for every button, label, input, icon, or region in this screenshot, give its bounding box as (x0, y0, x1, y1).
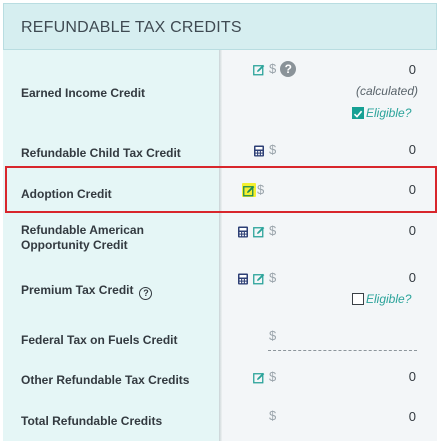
premium-tax-credit-label: Premium Tax Credit (21, 283, 134, 297)
fuels-credit-actions: $ (269, 328, 276, 344)
currency-symbol: $ (269, 408, 277, 423)
edit-icon[interactable] (253, 63, 265, 76)
currency-symbol: $ (269, 270, 277, 285)
edit-icon[interactable] (253, 371, 265, 384)
aoc-label: Refundable American Opportunity Credit (21, 223, 144, 253)
calculated-note: (calculated) (355, 84, 418, 98)
edit-icon[interactable] (253, 272, 265, 285)
calculator-icon[interactable] (237, 225, 249, 238)
refundable-tax-credits-panel: REFUNDABLE TAX CREDITS Earned Income Cre… (0, 0, 440, 441)
currency-symbol: $ (269, 328, 277, 343)
currency-symbol: $ (269, 142, 277, 157)
aoc-label-line2: Opportunity Credit (21, 238, 128, 252)
currency-symbol: $ (269, 61, 277, 76)
premium-tax-credit-actions: $ (237, 270, 276, 286)
currency-symbol: $ (269, 223, 277, 238)
total-credits-label: Total Refundable Credits (21, 414, 163, 428)
help-icon[interactable]: ? (139, 287, 153, 300)
currency-symbol: $ (269, 369, 277, 384)
help-icon[interactable]: ? (280, 61, 297, 77)
fuels-credit-input[interactable] (268, 350, 417, 351)
premium-eligible-checkbox[interactable]: Eligible? (352, 292, 411, 306)
earned-income-credit-value: 0 (408, 62, 416, 77)
aoc-value: 0 (408, 223, 416, 238)
checkbox-unchecked-icon[interactable] (352, 293, 364, 305)
aoc-actions: $ (237, 223, 276, 239)
total-credits-value: 0 (408, 409, 416, 424)
premium-tax-credit-value: 0 (408, 270, 416, 285)
child-tax-credit-label: Refundable Child Tax Credit (21, 146, 181, 160)
fuels-credit-label: Federal Tax on Fuels Credit (21, 333, 178, 347)
earned-income-eligible-checkbox[interactable]: Eligible? (352, 106, 411, 120)
other-credits-value: 0 (408, 369, 416, 384)
total-credits-actions: $ (269, 408, 276, 424)
eligible-label: Eligible? (366, 106, 412, 120)
section-header: REFUNDABLE TAX CREDITS (3, 3, 437, 50)
calculator-icon[interactable] (237, 272, 249, 285)
edit-icon[interactable] (253, 225, 265, 238)
earned-income-credit-actions: $ ? (253, 61, 297, 77)
highlight-rectangle (5, 166, 437, 213)
premium-tax-credit-label-wrap: Premium Tax Credit? (21, 283, 153, 300)
other-credits-label: Other Refundable Tax Credits (21, 373, 190, 387)
other-credits-actions: $ (253, 369, 276, 385)
section-title: REFUNDABLE TAX CREDITS (21, 19, 242, 36)
aoc-label-line1: Refundable American (21, 223, 144, 237)
eligible-label: Eligible? (366, 292, 412, 306)
earned-income-credit-label: Earned Income Credit (21, 86, 146, 100)
child-tax-credit-value: 0 (408, 142, 416, 157)
checkbox-checked-icon[interactable] (352, 107, 364, 119)
child-tax-credit-actions: $ (253, 142, 276, 158)
calculator-icon[interactable] (253, 144, 265, 157)
